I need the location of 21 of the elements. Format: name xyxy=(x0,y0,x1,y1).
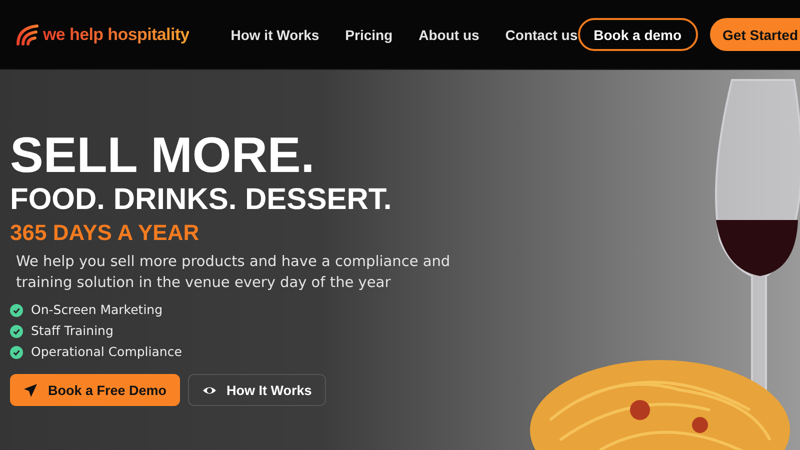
check-circle-icon xyxy=(10,346,23,358)
subheadline: FOOD. DRINKS. DESSERT. xyxy=(10,182,393,218)
book-free-demo-button[interactable]: Book a Free Demo xyxy=(10,374,180,406)
tagline: 365 DAYS A YEAR xyxy=(10,219,200,247)
nav-link[interactable]: How it Works xyxy=(230,26,320,42)
nav-link[interactable]: Pricing xyxy=(345,26,393,42)
nav-link[interactable]: About us xyxy=(418,26,480,42)
check-circle-icon xyxy=(10,304,23,316)
how-it-works-button[interactable]: How It Works xyxy=(188,374,326,406)
check-circle-icon xyxy=(10,324,23,338)
feature-text: Operational Compliance xyxy=(31,344,182,360)
logo-icon xyxy=(15,24,39,46)
description: We help you sell more products and have a compliance and training solution in the venue every day of the year xyxy=(16,253,452,293)
nav-link[interactable]: Contact us xyxy=(505,26,578,42)
book-demo-button[interactable]: Book a demo xyxy=(578,18,698,51)
send-icon xyxy=(23,382,38,398)
brand-name[interactable]: we help hospitality xyxy=(43,24,190,44)
feature-text: On-Screen Marketing xyxy=(31,302,163,318)
feature-text: Staff Training xyxy=(31,323,114,339)
get-started-button[interactable]: Get Started xyxy=(710,18,800,51)
headline: SELL MORE. xyxy=(10,128,316,182)
